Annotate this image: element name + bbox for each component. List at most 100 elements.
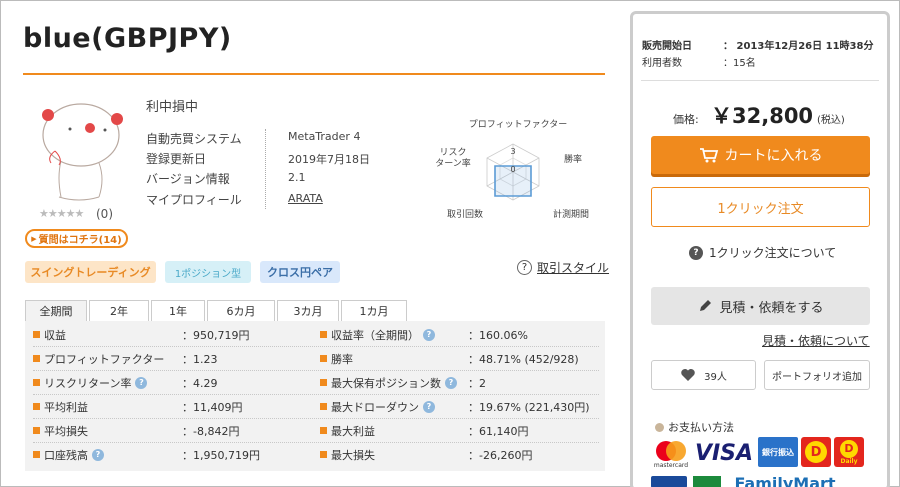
help-icon[interactable]: ? [92,449,104,461]
info-key: 登録更新日 [146,152,207,166]
bullet-icon [320,427,327,434]
triangle-right-icon: ▶ [31,234,37,243]
visa-logo: VISA [694,440,754,466]
product-avatar [42,103,123,201]
stats-row: 平均損失 ：-8,842円 最大利益 ：61,140円 [25,419,605,443]
bullet-icon [33,451,40,458]
bullet-icon [320,379,327,386]
tab-1y[interactable]: 1年 [151,300,205,321]
users-value: ：15名 [723,58,756,69]
stat-value: ：61,140円 [468,425,529,438]
mastercard-logo: mastercard [651,437,691,471]
stat-value: ：2 [468,377,486,390]
cart-button-label: カートに入れる [724,148,823,164]
bullet-icon [655,422,664,432]
radar-axis-label: 計測期間 [553,208,589,220]
profile-link[interactable]: ARATA [288,192,323,205]
price: ￥32,800 [711,104,814,128]
radar-axis-label: 取引回数 [447,208,483,220]
trade-style-link[interactable]: ? 取引スタイル [517,259,609,276]
info-value: 2.1 [288,171,306,184]
estimate-request-button[interactable]: 見積・依頼をする [651,287,870,325]
info-separator [265,129,266,209]
question-button-label: 質問はコチラ(14) [38,235,122,246]
tag-cross-yen[interactable]: クロス円ペア [260,261,340,283]
bullet-icon [33,403,40,410]
payment-title-label: お支払い方法 [668,421,734,434]
tab-2y[interactable]: 2年 [89,300,149,321]
tab-all[interactable]: 全期間 [25,300,87,321]
bullet-icon [320,403,327,410]
favorite-count: 39人 [704,371,727,383]
help-icon: ? [689,245,703,260]
add-to-cart-button[interactable]: カートに入れる [651,136,870,174]
tag-one-position[interactable]: 1ポジション型 [165,261,251,283]
stat-label: 勝率 [331,353,353,366]
stats-row: リスクリターン率? ：4.29 最大保有ポジション数? ：2 [25,371,605,395]
rating-count: (0) [96,207,113,221]
radar-chart: 3 0 プロフィットファクター 勝率 計測期間 取引回数 リスク ターン率 [435,119,589,220]
stat-value: ：48.71% (452/928) [468,353,579,366]
stat-label: 最大損失 [331,449,375,462]
tab-3m[interactable]: 3カ月 [277,300,339,321]
stats-row: 口座残高? ：1,950,719円 最大損失 ：-26,260円 [25,443,605,467]
help-icon[interactable]: ? [423,401,435,413]
stat-value: ：4.29 [182,377,218,390]
page-title: blue(GBPJPY) [23,23,232,54]
bullet-icon [33,379,40,386]
daily-logo: D Daily [834,437,864,467]
stat-label: 収益率（全期間）? [331,327,435,343]
favorite-button[interactable]: 39人 [651,360,756,390]
portfolio-add-button[interactable]: ポートフォリオ追加 [764,360,870,390]
rating-stars: ★★★★★ [39,207,84,220]
product-status: 利中損中 [146,100,199,115]
stat-value: ：1.23 [182,353,218,366]
stat-value: ：-8,842円 [182,425,240,438]
panel-divider [641,80,879,81]
info-key: 自動売買システム [146,132,242,146]
bank-transfer-logo: 銀行振込 [758,437,798,467]
stat-label: 最大ドローダウン? [331,399,435,415]
pencil-icon [700,300,712,311]
stats-row: 収益 ：950,719円 収益率（全期間）? ：160.06% [25,323,605,347]
help-icon[interactable]: ? [135,377,148,389]
question-button[interactable]: ▶ 質問はコチラ(14) [25,229,128,248]
stat-label: 口座残高? [44,447,104,463]
tax-note: (税込) [817,115,845,126]
bullet-icon [33,355,40,362]
help-icon[interactable]: ? [445,377,457,389]
stat-value: ：19.67% (221,430円) [468,401,590,414]
stat-value: ：950,719円 [182,329,250,342]
info-value: MetaTrader 4 [288,130,361,143]
radar-axis-label: ターン率 [435,157,471,169]
cart-icon [699,148,718,163]
stat-label: プロフィットファクター [44,353,165,366]
stat-label: 最大保有ポジション数? [331,375,457,391]
info-key: マイプロフィール [146,193,242,207]
help-icon[interactable]: ? [423,329,435,341]
one-click-order-button[interactable]: 1クリック注文 [651,187,870,227]
bullet-icon [33,427,40,434]
stat-value: ：160.06% [468,329,528,342]
stat-label: 平均利益 [44,401,88,414]
stat-label: 最大利益 [331,425,375,438]
heart-icon [681,369,695,381]
green-logo [693,476,721,487]
daily-yamazaki-logo: D [801,437,831,467]
payment-methods-title: お支払い方法 [655,419,734,435]
sale-start-value: ： 2013年12月26日 11時38分 [723,41,874,52]
estimate-about-link[interactable]: 見積・依頼について [762,332,870,349]
bullet-icon [320,331,327,338]
tab-1m[interactable]: 1カ月 [341,300,407,321]
one-click-about-link[interactable]: ? 1クリック注文について [689,244,836,261]
bullet-icon [320,355,327,362]
sale-start-label: 販売開始日 [642,41,692,52]
stat-label: 収益 [44,329,66,342]
stat-value: ：-26,260円 [468,449,533,462]
estimate-button-label: 見積・依頼をする [719,300,824,316]
bullet-icon [33,331,40,338]
one-click-about-label: 1クリック注文について [709,246,837,260]
tag-swing[interactable]: スイングトレーディング [25,261,156,283]
stats-table: 収益 ：950,719円 収益率（全期間）? ：160.06% プロフィットファ… [25,321,605,471]
tab-6m[interactable]: 6カ月 [207,300,275,321]
